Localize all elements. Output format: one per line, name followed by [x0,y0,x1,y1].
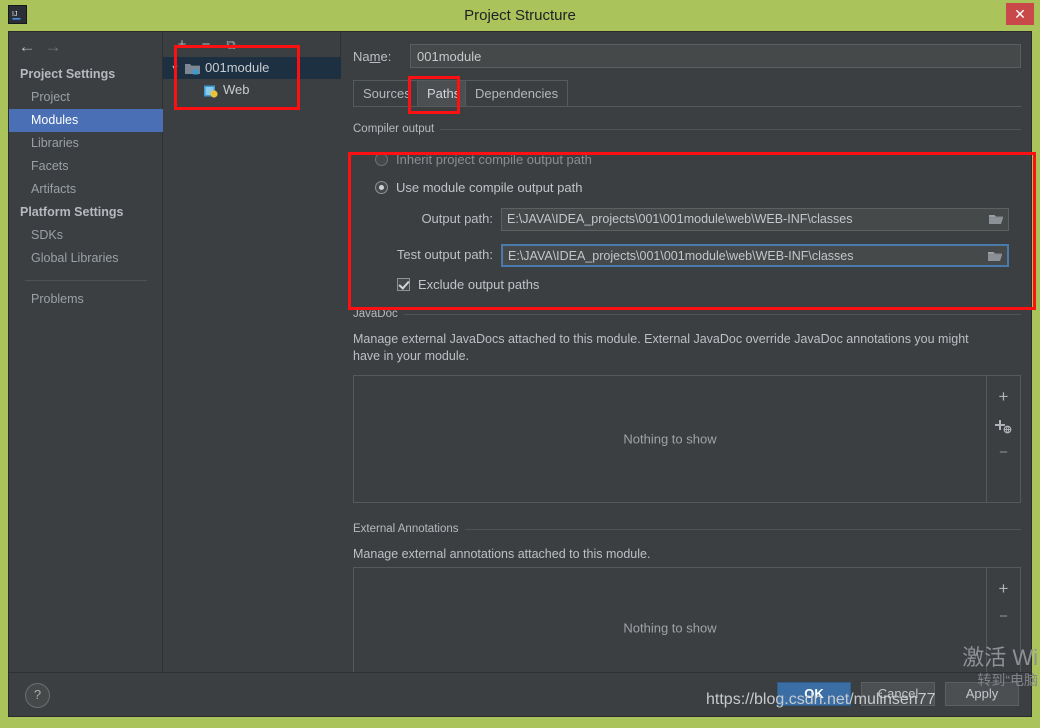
sidebar-item-artifacts[interactable]: Artifacts [9,178,163,201]
sidebar-item-problems[interactable]: Problems [9,288,163,311]
remove-module-button[interactable]: − [196,35,216,54]
module-name-label: Name: [353,49,392,64]
output-path-value: E:\JAVA\IDEA_projects\001\001module\web\… [507,212,853,226]
radio-icon [375,153,388,166]
group-divider [353,314,1021,315]
back-arrow-icon[interactable]: ← [16,37,38,57]
chevron-down-icon[interactable]: ▼ [168,57,182,79]
external-annotations-group: External Annotations Manage external ann… [353,522,1021,673]
dialog-body: ← → Project Settings Project Modules Lib… [8,31,1032,717]
dialog-footer: ? OK Cancel Apply [9,672,1031,716]
test-output-path-field[interactable]: E:\JAVA\IDEA_projects\001\001module\web\… [501,244,1009,267]
module-name-row: Name: [353,44,1021,69]
sidebar-item-global-libraries[interactable]: Global Libraries [9,247,163,270]
tab-dependencies[interactable]: Dependencies [465,80,569,106]
intellij-idea-logo-icon: IJ [8,5,27,24]
output-path-field[interactable]: E:\JAVA\IDEA_projects\001\001module\web\… [501,208,1009,231]
external-annotations-description: Manage external annotations attached to … [353,547,651,561]
external-annotations-title: External Annotations [353,522,465,536]
annotations-remove-button[interactable]: − [987,603,1020,631]
module-tree-panel: + − ⧉ ▼ 001module Web [163,32,341,673]
javadoc-empty-text: Nothing to show [623,431,717,447]
copy-module-button[interactable]: ⧉ [221,35,241,54]
radio-selected-icon [375,181,388,194]
compiler-output-group: Compiler output Inherit project compile … [353,122,1021,302]
javadoc-description: Manage external JavaDocs attached to thi… [353,332,969,363]
module-name-input[interactable] [410,44,1021,68]
annotations-add-button[interactable]: + [987,575,1020,603]
tree-node-module[interactable]: ▼ 001module [163,57,341,79]
close-icon[interactable]: ✕ [1006,3,1034,25]
sidebar-item-project[interactable]: Project [9,86,163,109]
tab-paths[interactable]: Paths [417,80,471,106]
window-title: Project Structure [464,7,576,24]
external-annotations-list[interactable]: Nothing to show [353,567,987,673]
test-output-path-value: E:\JAVA\IDEA_projects\001\001module\web\… [508,249,854,263]
tree-node-web[interactable]: Web [163,79,341,101]
apply-button[interactable]: Apply [945,682,1019,706]
tree-node-module-label: 001module [205,60,270,75]
module-tree: ▼ 001module Web [163,57,341,673]
forward-arrow-icon[interactable]: → [42,37,64,57]
module-tabs: Sources Paths Dependencies [353,80,1021,107]
tree-node-web-label: Web [223,82,250,97]
add-module-button[interactable]: + [172,35,192,54]
checkbox-checked-icon [397,278,410,291]
module-tree-toolbar: + − ⧉ [163,32,341,57]
settings-sidebar: ← → Project Settings Project Modules Lib… [9,32,163,673]
sidebar-group-platform-settings: Platform Settings [20,205,124,219]
javadoc-add-button[interactable]: + [987,383,1020,411]
sidebar-item-modules[interactable]: Modules [9,109,163,132]
sidebar-item-sdks[interactable]: SDKs [9,224,163,247]
help-button[interactable]: ? [25,683,50,708]
use-module-output-label: Use module compile output path [396,180,583,195]
compiler-output-title: Compiler output [353,122,441,136]
svg-text:IJ: IJ [12,11,17,18]
external-annotations-empty-text: Nothing to show [623,620,717,636]
external-annotations-list-buttons: + − [987,567,1021,673]
module-settings-content: Name: Sources Paths Dependencies Compile… [341,32,1031,673]
javadoc-list-buttons: + − [987,375,1021,503]
test-output-path-label: Test output path: [396,247,493,262]
title-bar: Project Structure IJ ✕ [0,0,1040,31]
tab-sources[interactable]: Sources [353,80,421,106]
javadoc-add-url-button[interactable] [987,411,1020,439]
javadoc-group: JavaDoc Manage external JavaDocs attache… [353,307,1021,507]
javadoc-title: JavaDoc [353,307,404,321]
folder-browse-icon[interactable] [987,249,1004,264]
module-folder-icon [185,61,200,75]
navigation-arrows: ← → [9,32,163,62]
javadoc-list[interactable]: Nothing to show [353,375,987,503]
sidebar-divider [25,280,147,281]
project-structure-window: Project Structure IJ ✕ ← → Project Setti… [0,0,1040,728]
group-divider [353,129,1021,130]
exclude-output-paths-label: Exclude output paths [418,277,540,292]
javadoc-remove-button[interactable]: − [987,439,1020,467]
sidebar-item-libraries[interactable]: Libraries [9,132,163,155]
sidebar-item-facets[interactable]: Facets [9,155,163,178]
inherit-project-output-label: Inherit project compile output path [396,152,592,167]
sidebar-group-project-settings: Project Settings [20,67,116,81]
cancel-button[interactable]: Cancel [861,682,935,706]
folder-browse-icon[interactable] [988,212,1005,227]
ok-button[interactable]: OK [777,682,851,706]
web-facet-icon [203,83,218,98]
output-path-label: Output path: [421,211,493,226]
